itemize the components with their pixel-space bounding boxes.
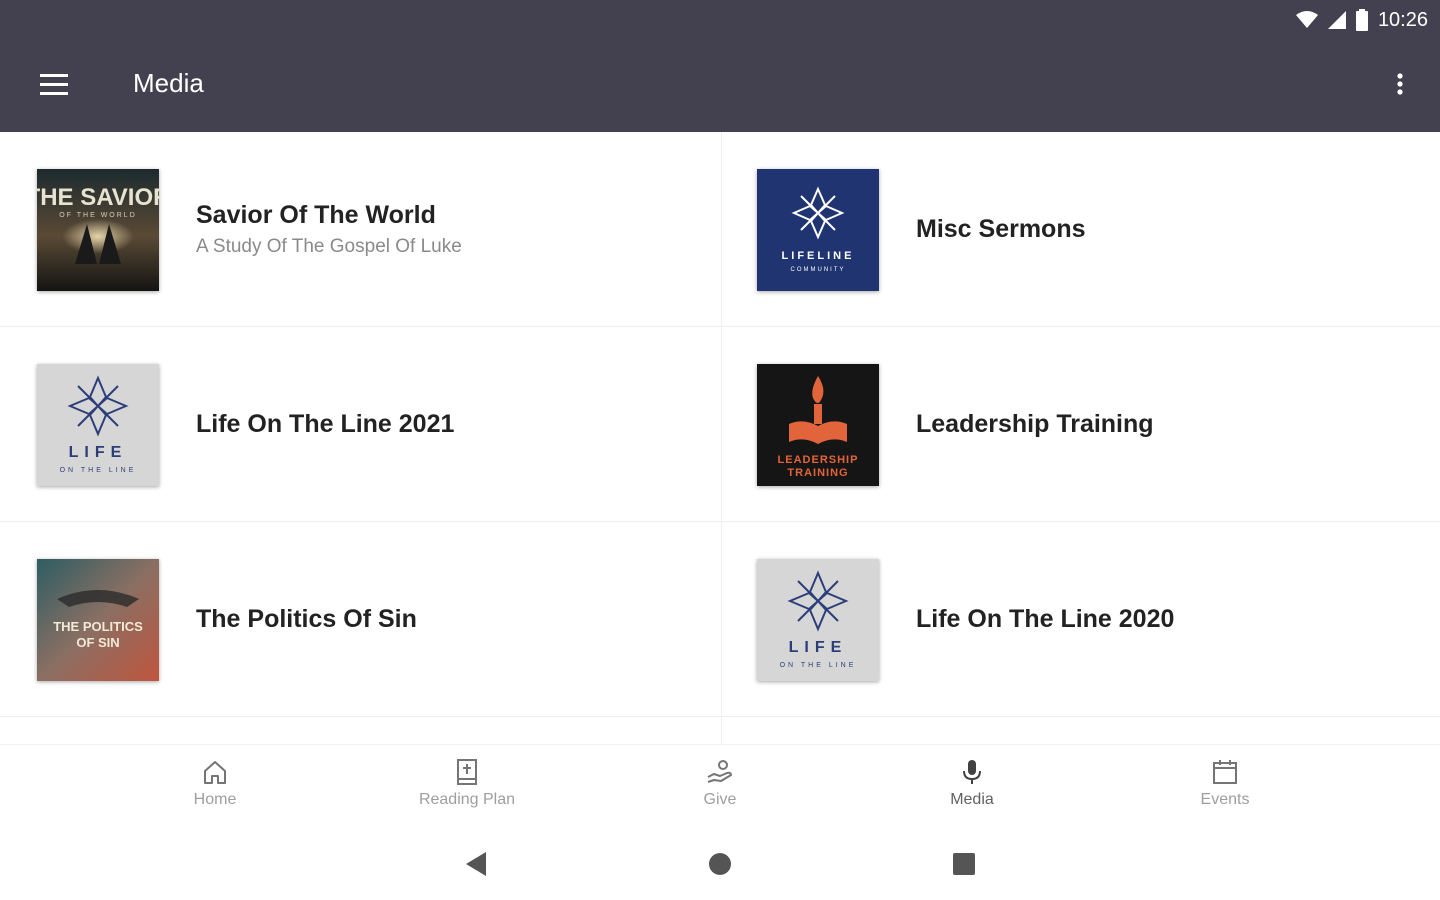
home-icon bbox=[204, 761, 226, 784]
calendar-icon bbox=[1213, 760, 1237, 784]
system-navigation-bar bbox=[0, 830, 1440, 900]
bible-icon bbox=[457, 759, 477, 785]
nav-reading-plan[interactable]: Reading Plan bbox=[387, 757, 547, 827]
thumbnail-text: LIFE bbox=[69, 444, 128, 461]
thumbnail-text: LIFELINE bbox=[782, 250, 855, 262]
status-time: 10:26 bbox=[1377, 8, 1428, 31]
series-thumbnail: THE POLITICS OF SIN bbox=[37, 559, 159, 681]
nav-label: Give bbox=[703, 791, 737, 808]
battery-icon bbox=[1355, 9, 1368, 31]
thumbnail-text: LIFE bbox=[789, 639, 848, 656]
thumbnail-subtext: OF THE WORLD bbox=[59, 212, 137, 219]
hamburger-menu-icon bbox=[40, 74, 68, 95]
nav-label: Home bbox=[193, 791, 237, 808]
nav-give[interactable]: Give bbox=[640, 757, 800, 827]
series-thumbnail: LEADERSHIP TRAINING bbox=[757, 364, 879, 486]
overflow-menu-button[interactable] bbox=[1388, 66, 1412, 106]
media-item-savior-of-the-world[interactable]: THE SAVIOR OF THE WORLD Savior Of The Wo… bbox=[0, 132, 720, 327]
page-title: Media bbox=[133, 68, 204, 98]
media-item-misc-sermons[interactable]: LIFELINE COMMUNITY Misc Sermons bbox=[720, 132, 1440, 327]
media-item-life-on-the-line-2020[interactable]: LIFE ON THE LINE Life On The Line 2020 bbox=[720, 522, 1440, 717]
recents-square-icon bbox=[953, 853, 975, 875]
series-thumbnail: LIFELINE COMMUNITY bbox=[757, 169, 879, 291]
nav-label: Events bbox=[1200, 791, 1250, 808]
media-item-title: The Politics Of Sin bbox=[196, 605, 417, 633]
media-item-title: Leadership Training bbox=[916, 410, 1154, 438]
home-circle-icon bbox=[709, 853, 731, 875]
thumbnail-text: THE POLITICS bbox=[53, 619, 143, 634]
nav-media[interactable]: Media bbox=[892, 757, 1052, 827]
thumbnail-text: LEADERSHIP bbox=[778, 454, 859, 466]
signal-icon bbox=[1327, 11, 1346, 29]
more-vertical-icon bbox=[1397, 73, 1403, 95]
nav-label: Media bbox=[950, 791, 994, 808]
microphone-icon bbox=[963, 760, 981, 784]
menu-button[interactable] bbox=[30, 66, 78, 106]
thumbnail-text: THE SAVIOR bbox=[37, 184, 159, 211]
series-thumbnail: LIFE ON THE LINE bbox=[37, 364, 159, 486]
home-system-button[interactable] bbox=[706, 850, 734, 878]
thumbnail-subtext: TRAINING bbox=[787, 467, 848, 479]
media-item-life-on-the-line-2021[interactable]: LIFE ON THE LINE Life On The Line 2021 bbox=[0, 327, 720, 522]
recents-button[interactable] bbox=[950, 850, 978, 878]
thumbnail-subtext: ON THE LINE bbox=[780, 662, 857, 669]
media-grid: THE SAVIOR OF THE WORLD Savior Of The Wo… bbox=[0, 132, 1440, 744]
media-item-leadership-training[interactable]: LEADERSHIP TRAINING Leadership Training bbox=[720, 327, 1440, 522]
back-triangle-icon bbox=[466, 852, 486, 876]
media-item-title: Savior Of The World bbox=[196, 201, 436, 229]
bottom-navigation: Home Reading Plan Give Media Events bbox=[0, 744, 1440, 831]
thumbnail-subtext: ON THE LINE bbox=[60, 467, 137, 474]
media-item-title: Life On The Line 2020 bbox=[916, 605, 1175, 633]
thumbnail-subtext: OF SIN bbox=[76, 635, 119, 650]
wifi-icon bbox=[1295, 11, 1318, 28]
nav-events[interactable]: Events bbox=[1145, 757, 1305, 827]
status-bar: 10:26 bbox=[0, 0, 1440, 40]
series-thumbnail: THE SAVIOR OF THE WORLD bbox=[37, 169, 159, 291]
media-item-subtitle: A Study Of The Gospel Of Luke bbox=[196, 236, 462, 257]
thumbnail-subtext: COMMUNITY bbox=[791, 267, 846, 273]
back-button[interactable] bbox=[462, 850, 490, 878]
give-icon bbox=[707, 760, 732, 783]
nav-home[interactable]: Home bbox=[135, 757, 295, 827]
series-thumbnail: LIFE ON THE LINE bbox=[757, 559, 879, 681]
status-icons: 10:26 bbox=[1295, 6, 1428, 34]
media-item-title: Life On The Line 2021 bbox=[196, 410, 455, 438]
media-item-the-politics-of-sin[interactable]: THE POLITICS OF SIN The Politics Of Sin bbox=[0, 522, 720, 717]
nav-label: Reading Plan bbox=[418, 791, 516, 808]
media-item-title: Misc Sermons bbox=[916, 215, 1086, 243]
app-bar: Media bbox=[0, 40, 1440, 132]
